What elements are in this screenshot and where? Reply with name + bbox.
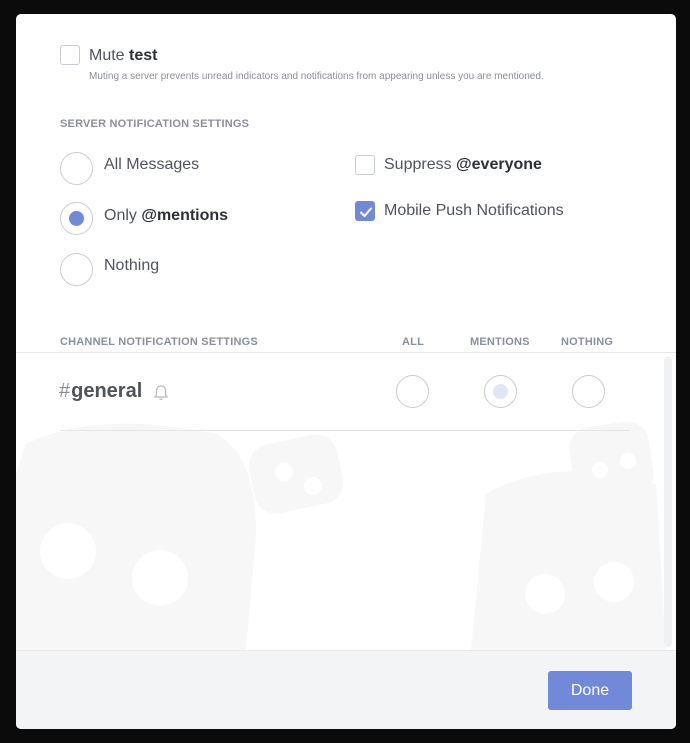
mute-server-name: test [129,47,158,64]
channel-radio-all[interactable] [396,375,429,408]
radio-only-mentions[interactable] [60,202,93,235]
done-button[interactable]: Done [548,671,632,710]
mute-label-prefix: Mute [89,47,130,64]
suppress-label-prefix: Suppress [384,156,457,173]
radio-only-mentions-label[interactable]: Only @mentions [104,207,228,225]
scrollbar[interactable] [664,357,672,647]
mute-description: Muting a server prevents unread indicato… [89,71,544,82]
radio-selected-dot [493,384,508,399]
channel-header-divider [16,352,676,353]
suppress-everyone-checkbox[interactable] [355,155,375,175]
modal-footer: Done [16,650,676,729]
radio-all-messages-label[interactable]: All Messages [104,156,199,174]
radio-all-messages[interactable] [60,152,93,185]
background-illustration [16,421,666,650]
server-settings-title: SERVER NOTIFICATION SETTINGS [60,118,250,130]
radio-nothing[interactable] [60,253,93,286]
bell-icon[interactable] [153,384,169,402]
channel-row-divider [60,430,630,431]
channel-radio-mentions[interactable] [484,375,517,408]
suppress-label-bold: @everyone [456,156,542,173]
checkmark-icon [360,207,372,217]
radio-only-mentions-bold: @mentions [141,207,229,224]
column-header-nothing: NOTHING [561,336,614,348]
channel-radio-nothing[interactable] [572,375,605,408]
notification-settings-modal: Mute test Muting a server prevents unrea… [16,14,676,729]
radio-only-mentions-prefix: Only [104,207,142,224]
mute-label[interactable]: Mute test [89,47,157,65]
channel-name-text: general [71,380,143,402]
mobile-push-label[interactable]: Mobile Push Notifications [384,202,564,220]
column-header-mentions: MENTIONS [470,336,530,348]
mobile-push-checkbox[interactable] [355,201,375,221]
suppress-everyone-label[interactable]: Suppress @everyone [384,156,542,174]
radio-selected-dot [69,211,84,226]
radio-nothing-label[interactable]: Nothing [104,257,159,275]
channel-hash: # [59,380,71,402]
channel-settings-title: CHANNEL NOTIFICATION SETTINGS [60,336,258,348]
mute-checkbox[interactable] [60,45,80,65]
column-header-all: ALL [402,336,424,348]
channel-name: #general [59,380,142,403]
